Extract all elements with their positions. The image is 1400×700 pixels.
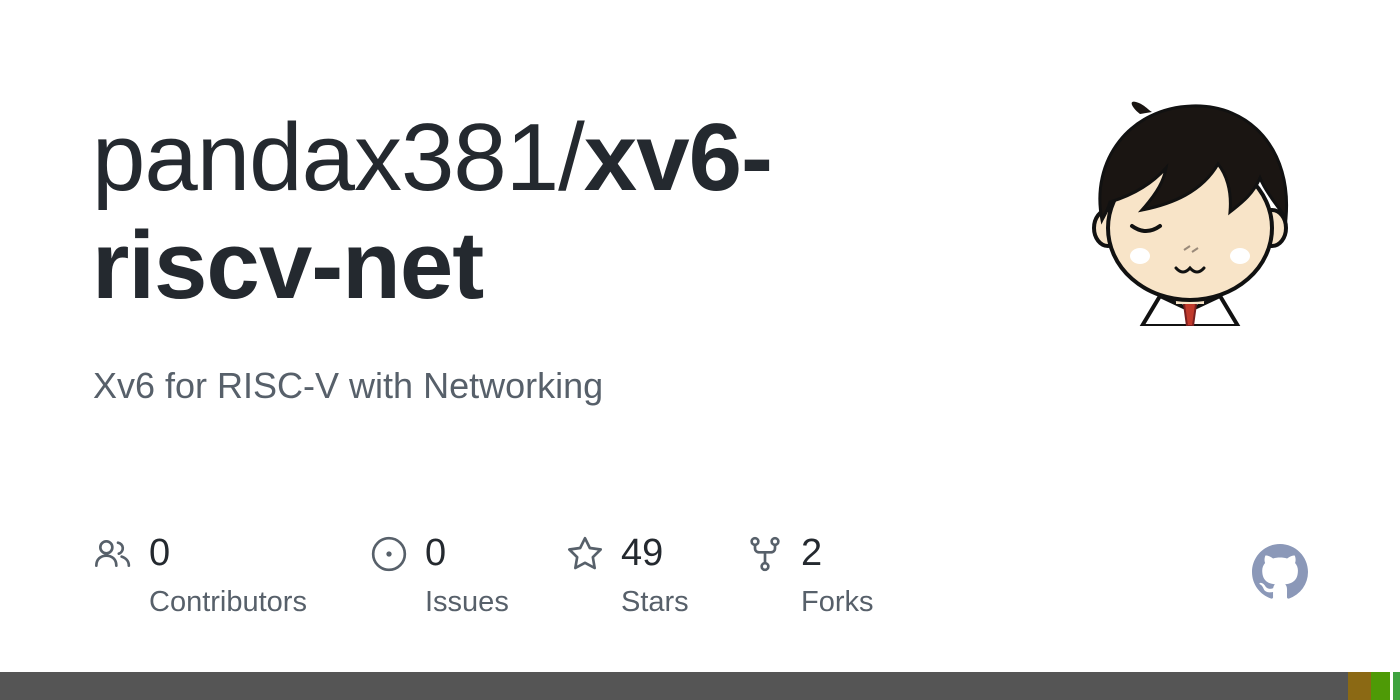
star-icon [568, 536, 602, 570]
issue-icon [371, 536, 407, 572]
issues-label: Issues [425, 586, 509, 618]
stars-count: 49 [621, 532, 664, 574]
language-bar-segment [0, 672, 1349, 700]
language-bar-segment [1370, 672, 1391, 700]
repo-description: Xv6 for RISC-V with Networking [93, 365, 604, 406]
repo-title: pandax381/xv6-riscv-net [92, 104, 992, 320]
people-icon [95, 540, 131, 567]
stars-label: Stars [621, 586, 689, 618]
issues-count: 0 [425, 532, 447, 574]
contributors-label: Contributors [149, 586, 307, 618]
language-bar-segment [1393, 672, 1400, 700]
fork-icon [750, 536, 780, 572]
github-logo-icon [1252, 544, 1308, 599]
forks-count: 2 [801, 532, 823, 574]
repo-social-card: pandax381/xv6-riscv-net Xv6 for RISC-V w… [0, 0, 1400, 700]
language-bar-segment [1348, 672, 1371, 700]
forks-label: Forks [801, 586, 874, 618]
owner-avatar [1092, 101, 1289, 326]
contributors-count: 0 [149, 532, 171, 574]
language-bar [0, 672, 1400, 700]
repo-owner: pandax381/ [92, 104, 585, 211]
